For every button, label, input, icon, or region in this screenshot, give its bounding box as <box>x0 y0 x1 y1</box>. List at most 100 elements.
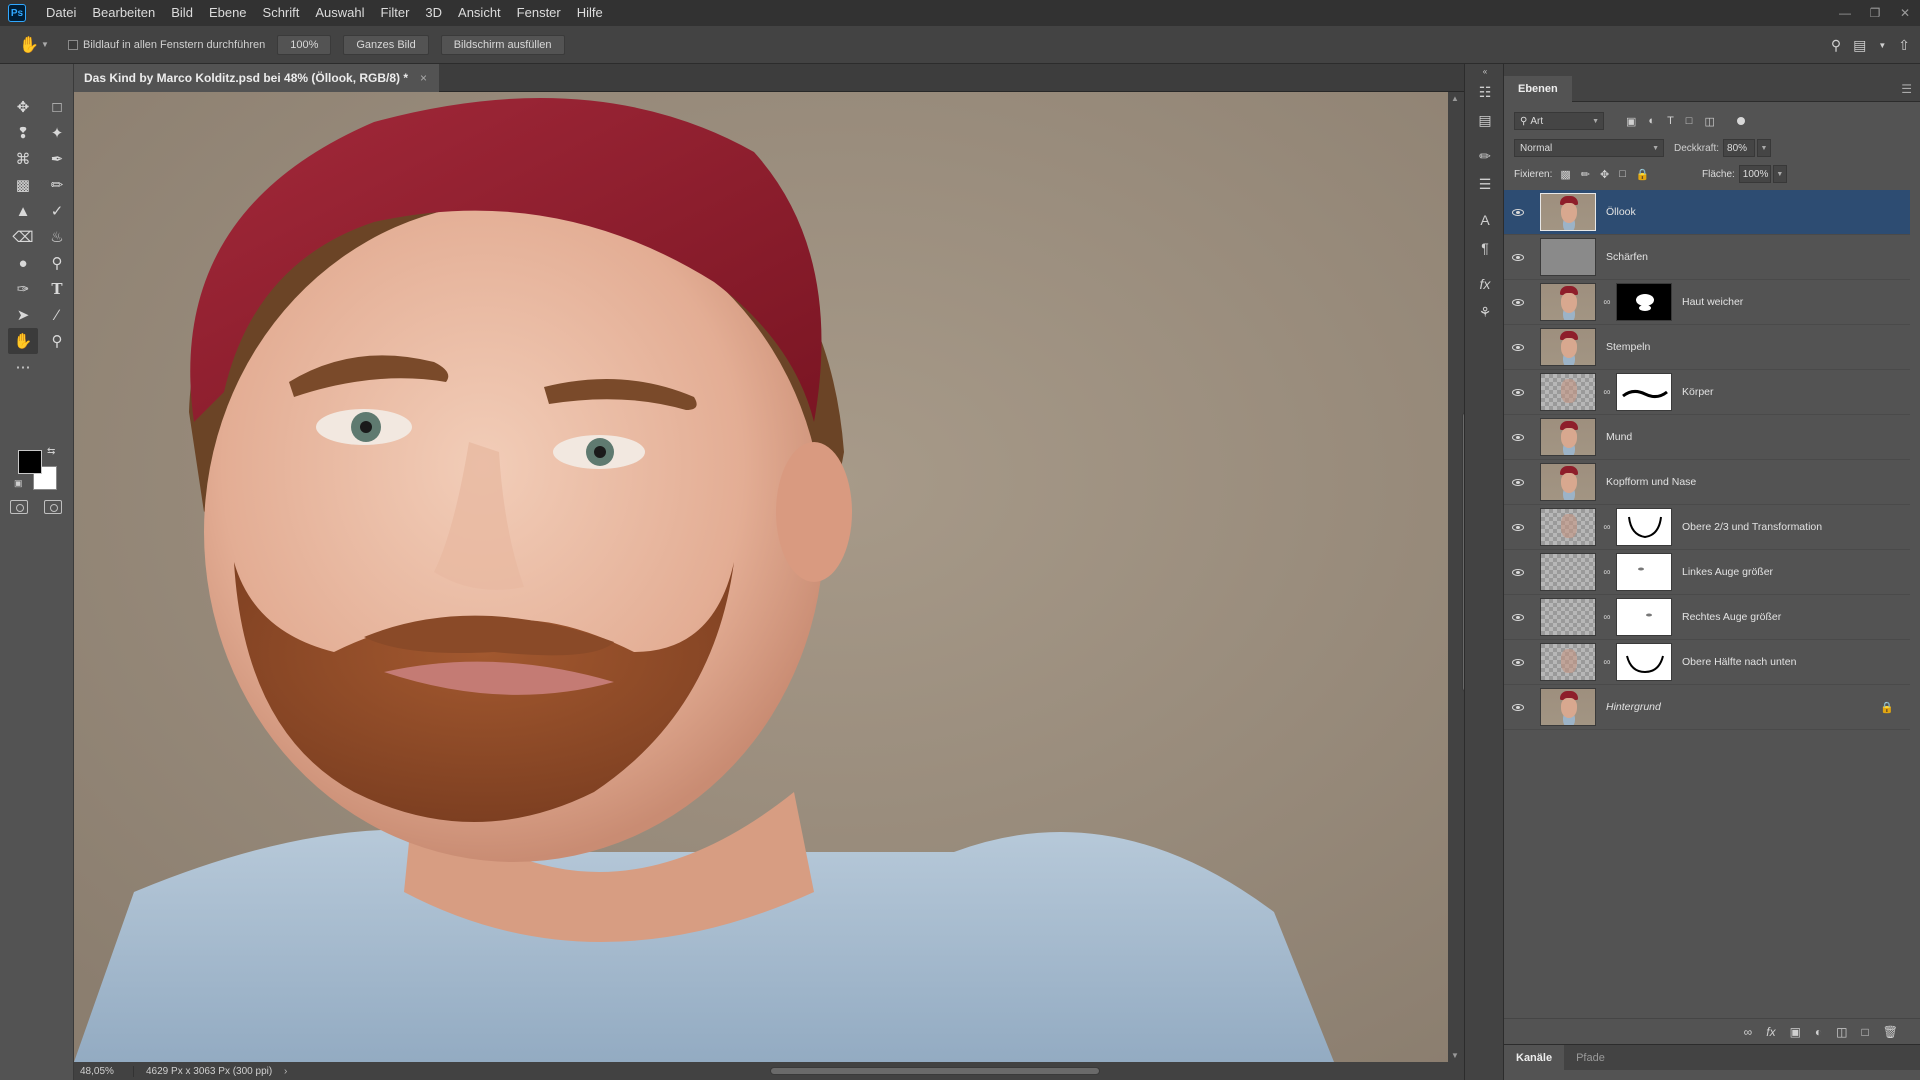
layer-thumbnail[interactable] <box>1540 643 1596 681</box>
workspace-icon[interactable]: ▤ <box>1853 37 1866 54</box>
path-selection-icon[interactable]: ➤ <box>8 302 38 328</box>
visibility-toggle[interactable] <box>1506 595 1530 640</box>
lock-artboard-icon[interactable]: □ <box>1619 168 1626 181</box>
layer-mask-thumbnail[interactable] <box>1616 643 1672 681</box>
layer-row[interactable]: Stempeln <box>1504 325 1910 370</box>
type-filter-icon[interactable]: T <box>1667 115 1674 128</box>
history-brush-icon[interactable]: ✓ <box>42 198 72 224</box>
layer-mask-thumbnail[interactable] <box>1616 553 1672 591</box>
layer-thumbnail[interactable] <box>1540 238 1596 276</box>
chain-link-icon[interactable]: ∞ <box>1602 612 1612 623</box>
link-layers-icon[interactable]: ∞ <box>1744 1025 1753 1039</box>
layer-thumbnail[interactable] <box>1540 688 1596 726</box>
scroll-up-icon[interactable]: ▲ <box>1451 94 1459 103</box>
opacity-input[interactable]: 80% <box>1723 139 1756 157</box>
horizontal-scrollbar[interactable] <box>330 1066 1440 1076</box>
layer-row[interactable]: Hintergrund 🔒 <box>1504 685 1910 730</box>
chevron-down-icon[interactable]: ▼ <box>1772 165 1787 183</box>
foreground-color-swatch[interactable] <box>18 450 42 474</box>
lock-position-icon[interactable]: ✥ <box>1600 168 1609 181</box>
tab-kanaele[interactable]: Kanäle <box>1504 1044 1565 1071</box>
panel-collapse-bar[interactable] <box>1504 64 1920 76</box>
adjustment-layer-icon[interactable]: ◐ <box>1815 1025 1822 1039</box>
adjustment-filter-icon[interactable]: ◐ <box>1648 115 1655 128</box>
default-colors-icon[interactable]: ▣ <box>14 478 23 489</box>
visibility-toggle[interactable] <box>1506 190 1530 235</box>
marquee-tool-icon[interactable]: □ <box>42 94 72 120</box>
menu-schrift[interactable]: Schrift <box>255 0 308 26</box>
layer-row[interactable]: Kopfform und Nase <box>1504 460 1910 505</box>
swap-colors-icon[interactable]: ⇆ <box>47 446 55 457</box>
layer-thumbnail[interactable] <box>1540 553 1596 591</box>
clone-source-icon[interactable]: ⚘ <box>1465 298 1505 326</box>
layer-thumbnail[interactable] <box>1540 598 1596 636</box>
panel-menu-icon[interactable]: ☰ <box>1901 82 1912 96</box>
layer-row[interactable]: Mund <box>1504 415 1910 460</box>
chain-link-icon[interactable]: ∞ <box>1602 567 1612 578</box>
menu-ansicht[interactable]: Ansicht <box>450 0 509 26</box>
filter-kind-select[interactable]: ⚲ Art ▼ <box>1514 112 1604 130</box>
visibility-toggle[interactable] <box>1506 640 1530 685</box>
new-group-icon[interactable]: ◫ <box>1836 1025 1847 1039</box>
menu-fenster[interactable]: Fenster <box>509 0 569 26</box>
hscroll-thumb[interactable] <box>770 1067 1100 1075</box>
paint-bucket-icon[interactable]: ♨ <box>42 224 72 250</box>
smartobject-filter-icon[interactable]: ◫ <box>1704 115 1714 128</box>
fit-screen-button[interactable]: Ganzes Bild <box>343 34 429 55</box>
restore-icon[interactable]: ❐ <box>1860 0 1890 26</box>
pen-tool-icon[interactable]: ✑ <box>8 276 38 302</box>
layer-thumbnail[interactable] <box>1540 193 1596 231</box>
properties-icon[interactable]: ☷ <box>1465 78 1505 106</box>
brush-tool-icon[interactable]: ✏ <box>42 172 72 198</box>
blur-tool-icon[interactable]: ● <box>8 250 38 276</box>
filter-toggle-icon[interactable] <box>1736 117 1745 125</box>
layer-thumbnail[interactable] <box>1540 373 1596 411</box>
character-icon[interactable]: A <box>1465 206 1505 234</box>
fill-screen-button[interactable]: Bildschirm ausfüllen <box>440 34 565 55</box>
adjustments-icon[interactable]: ☰ <box>1465 170 1505 198</box>
visibility-toggle[interactable] <box>1506 685 1530 730</box>
layer-row[interactable]: Schärfen <box>1504 235 1910 280</box>
menu-bild[interactable]: Bild <box>163 0 201 26</box>
more-tools-icon[interactable]: ⋯ <box>8 354 38 380</box>
lock-transparency-icon[interactable]: ▩ <box>1560 168 1570 181</box>
hand-tool-icon[interactable]: ✋ <box>8 328 38 354</box>
close-tab-icon[interactable]: × <box>420 71 427 85</box>
layer-thumbnail[interactable] <box>1540 508 1596 546</box>
chevron-down-icon[interactable]: ▼ <box>1757 139 1772 157</box>
document-tab[interactable]: Das Kind by Marco Kolditz.psd bei 48% (Ö… <box>74 64 440 92</box>
layer-row[interactable]: ∞ Rechtes Auge größer <box>1504 595 1910 640</box>
tab-ebenen[interactable]: Ebenen <box>1504 76 1572 102</box>
visibility-toggle[interactable] <box>1506 460 1530 505</box>
layer-row[interactable]: ∞ Linkes Auge größer <box>1504 550 1910 595</box>
zoom-100-button[interactable]: 100% <box>277 34 332 55</box>
layer-mask-thumbnail[interactable] <box>1616 598 1672 636</box>
chevron-down-icon[interactable]: ▼ <box>1878 41 1886 50</box>
lasso-tool-icon[interactable]: ❢ <box>8 120 38 146</box>
layer-row[interactable]: ∞ Obere Hälfte nach unten <box>1504 640 1910 685</box>
visibility-toggle[interactable] <box>1506 235 1530 280</box>
layer-row[interactable]: ∞ Obere 2/3 und Transformation <box>1504 505 1910 550</box>
visibility-toggle[interactable] <box>1506 505 1530 550</box>
layer-mask-thumbnail[interactable] <box>1616 373 1672 411</box>
screen-mode-icon[interactable] <box>44 500 62 514</box>
pixel-filter-icon[interactable]: ▣ <box>1626 115 1636 128</box>
healing-brush-icon[interactable]: ▩ <box>8 172 38 198</box>
layer-mask-thumbnail[interactable] <box>1616 508 1672 546</box>
chevron-right-icon[interactable]: › <box>284 1066 304 1077</box>
layer-thumbnail[interactable] <box>1540 283 1596 321</box>
brush-settings-icon[interactable]: ✏ <box>1465 142 1505 170</box>
close-window-icon[interactable]: ✕ <box>1890 0 1920 26</box>
blend-mode-select[interactable]: Normal ▼ <box>1514 139 1664 157</box>
chain-link-icon[interactable]: ∞ <box>1602 522 1612 533</box>
menu-hilfe[interactable]: Hilfe <box>569 0 611 26</box>
clone-stamp-icon[interactable]: ▲ <box>8 198 38 224</box>
shape-filter-icon[interactable]: □ <box>1686 115 1693 128</box>
paragraph-icon[interactable]: ¶ <box>1465 234 1505 262</box>
share-icon[interactable]: ⇧ <box>1898 37 1910 54</box>
eraser-icon[interactable]: ⌫ <box>8 224 38 250</box>
visibility-toggle[interactable] <box>1506 280 1530 325</box>
visibility-toggle[interactable] <box>1506 325 1530 370</box>
layer-style-icon[interactable]: fx <box>1766 1025 1775 1039</box>
quick-mask-icon[interactable] <box>10 500 28 514</box>
